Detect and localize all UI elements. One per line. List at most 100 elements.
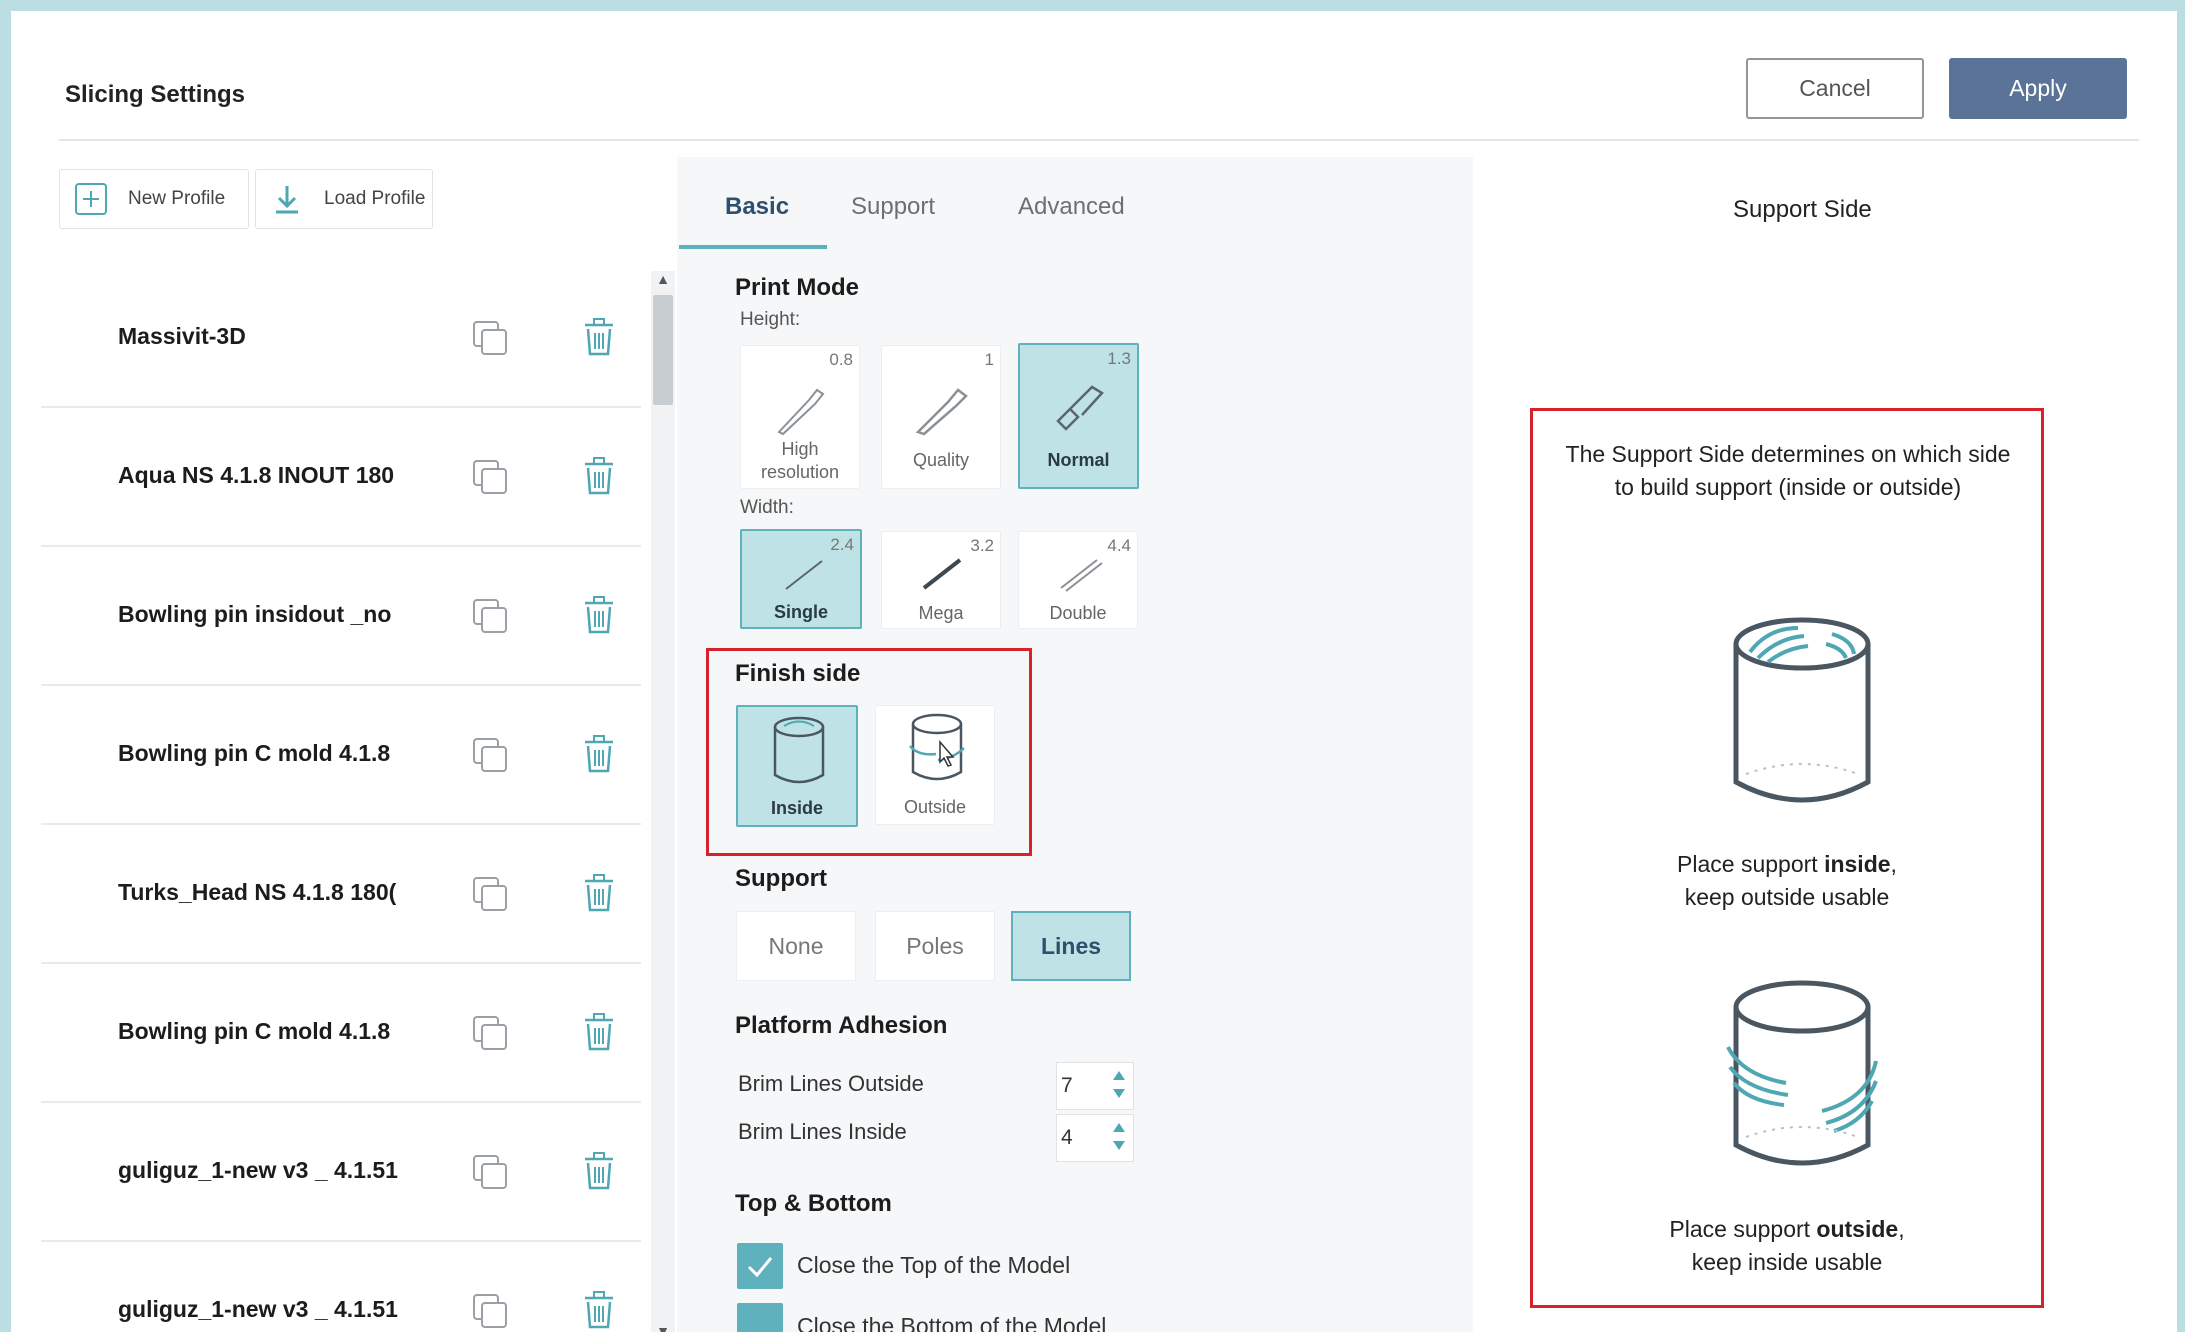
knife-thin-icon	[777, 388, 825, 436]
profile-list: Massivit-3D Aqua NS 4.1.8 INOUT 180 Bowlin…	[41, 269, 651, 1332]
height-option-high-resolution[interactable]: 0.8 High resolution	[740, 345, 860, 489]
caption-text: Place support	[1669, 1216, 1817, 1242]
profile-row[interactable]: guliguz_1-new v3 _ 4.1.51	[41, 1103, 641, 1242]
close-top-label: Close the Top of the Model	[797, 1252, 1071, 1278]
width-label: Width:	[740, 497, 794, 518]
profile-name: Turks_Head NS 4.1.8 180(	[118, 879, 397, 905]
profile-row[interactable]: Bowling pin C mold 4.1.8	[41, 964, 641, 1103]
trash-icon[interactable]	[581, 1290, 617, 1330]
stepper-up-icon[interactable]	[1113, 1071, 1125, 1080]
checkmark-icon	[747, 1257, 773, 1278]
profile-row[interactable]: Massivit-3D	[41, 269, 641, 408]
duplicate-icon[interactable]	[471, 1292, 509, 1330]
trash-icon[interactable]	[581, 1012, 617, 1052]
tab-advanced[interactable]: Advanced	[1018, 193, 1125, 221]
profile-row[interactable]: Turks_Head NS 4.1.8 180(	[41, 825, 641, 964]
height-option-label: High	[781, 439, 819, 459]
duplicate-icon[interactable]	[471, 458, 509, 496]
tab-basic[interactable]: Basic	[725, 193, 789, 221]
duplicate-icon[interactable]	[471, 736, 509, 774]
finish-side-label: Outside	[903, 797, 967, 817]
close-bottom-checkbox[interactable]	[737, 1303, 783, 1332]
trash-icon[interactable]	[581, 873, 617, 913]
caption-text: keep inside usable	[1691, 1249, 1883, 1275]
scrollbar-thumb[interactable]	[653, 295, 673, 405]
plus-icon	[75, 183, 107, 215]
duplicate-icon[interactable]	[471, 319, 509, 357]
trash-icon[interactable]	[581, 317, 617, 357]
trash-icon[interactable]	[581, 595, 617, 635]
scroll-up-icon[interactable]: ▲	[651, 271, 675, 291]
profile-name: Aqua NS 4.1.8 INOUT 180	[118, 462, 395, 488]
height-value: 1.3	[1107, 349, 1131, 368]
support-option-lines[interactable]: Lines	[1011, 911, 1131, 981]
knife-medium-icon	[915, 388, 968, 436]
width-option-label: Double	[1049, 603, 1107, 623]
duplicate-icon[interactable]	[471, 597, 509, 635]
new-profile-label: New Profile	[128, 188, 226, 209]
caption-bold: inside	[1824, 851, 1891, 877]
profile-name: guliguz_1-new v3 _ 4.1.51	[118, 1296, 398, 1322]
profile-name: Bowling pin insidout _no	[118, 601, 392, 627]
finish-side-label: Inside	[770, 798, 823, 818]
load-profile-label: Load Profile	[324, 188, 426, 209]
header-divider	[59, 139, 2139, 141]
height-option-normal[interactable]: 1.3 Normal	[1018, 343, 1139, 489]
brim-inside-value: 4	[1061, 1126, 1073, 1149]
support-option-poles[interactable]: Poles	[875, 911, 995, 981]
width-value: 2.4	[830, 535, 854, 554]
width-option-single[interactable]: 2.4 Single	[740, 529, 862, 629]
double-line-icon	[1060, 559, 1103, 592]
scroll-down-icon[interactable]: ▼	[651, 1323, 675, 1332]
profile-row[interactable]: guliguz_1-new v3 _ 4.1.51	[41, 1242, 641, 1332]
height-option-quality[interactable]: 1 Quality	[881, 345, 1001, 489]
profile-name: Bowling pin C mold 4.1.8	[118, 1018, 391, 1044]
mega-line-icon	[922, 558, 962, 590]
trash-icon[interactable]	[581, 734, 617, 774]
caption-bold: outside	[1816, 1216, 1899, 1242]
finish-side-inside[interactable]: Inside	[736, 705, 858, 827]
brim-outside-value: 7	[1061, 1074, 1073, 1097]
support-title: Support	[735, 865, 827, 892]
cylinder-outside-icon	[909, 713, 965, 781]
knife-thick-icon	[1056, 385, 1104, 431]
profile-name: Massivit-3D	[118, 323, 246, 349]
caption-text: Place support	[1677, 851, 1825, 877]
help-description: The Support Side determines on which sid…	[1565, 441, 2011, 500]
width-option-double[interactable]: 4.4 Double	[1018, 531, 1138, 629]
tab-support[interactable]: Support	[851, 193, 935, 221]
trash-icon[interactable]	[581, 456, 617, 496]
support-option-none[interactable]: None	[736, 911, 856, 981]
profile-row[interactable]: Aqua NS 4.1.8 INOUT 180	[41, 408, 641, 547]
profile-list-scrollbar[interactable]: ▲ ▼	[651, 271, 675, 1332]
support-inside-illustration-icon	[1733, 617, 1871, 803]
profile-row[interactable]: Bowling pin C mold 4.1.8	[41, 686, 641, 825]
close-top-checkbox[interactable]	[737, 1243, 783, 1289]
top-bottom-title: Top & Bottom	[735, 1190, 892, 1217]
single-line-icon	[785, 560, 823, 590]
profile-row[interactable]: Bowling pin insidout _no	[41, 547, 641, 686]
brim-outside-stepper[interactable]: 7	[1056, 1062, 1134, 1110]
apply-button[interactable]: Apply	[1949, 58, 2127, 119]
duplicate-icon[interactable]	[471, 1153, 509, 1191]
stepper-down-icon[interactable]	[1113, 1089, 1125, 1098]
caption-text: ,	[1898, 1216, 1905, 1242]
active-tab-indicator	[679, 245, 827, 249]
height-value: 0.8	[829, 350, 853, 369]
caption-text: keep outside usable	[1684, 884, 1890, 910]
duplicate-icon[interactable]	[471, 1014, 509, 1052]
stepper-down-icon[interactable]	[1113, 1141, 1125, 1150]
load-profile-button[interactable]: Load Profile	[255, 169, 433, 229]
height-label: Height:	[740, 309, 801, 330]
new-profile-button[interactable]: New Profile	[59, 169, 249, 229]
width-option-mega[interactable]: 3.2 Mega	[881, 531, 1001, 629]
brim-inside-stepper[interactable]: 4	[1056, 1114, 1134, 1162]
duplicate-icon[interactable]	[471, 875, 509, 913]
trash-icon[interactable]	[581, 1151, 617, 1191]
download-icon	[276, 186, 298, 214]
cancel-button[interactable]: Cancel	[1746, 58, 1924, 119]
support-inside-caption: Place support inside, keep outside usabl…	[1533, 848, 2041, 914]
close-bottom-label: Close the Bottom of the Model	[797, 1313, 1107, 1332]
stepper-up-icon[interactable]	[1113, 1123, 1125, 1132]
finish-side-outside[interactable]: Outside	[875, 705, 995, 825]
